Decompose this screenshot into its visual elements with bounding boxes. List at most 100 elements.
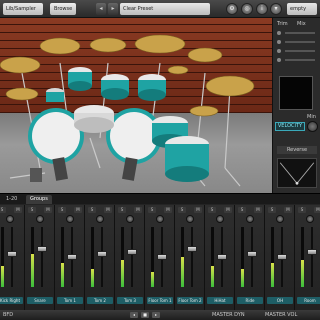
- mute-button[interactable]: M: [254, 207, 262, 213]
- level-meter: [91, 227, 94, 287]
- volume-fader[interactable]: [247, 251, 257, 257]
- solo-button[interactable]: S: [118, 207, 126, 213]
- articulation-row-3[interactable]: [277, 48, 317, 55]
- solo-button[interactable]: S: [88, 207, 96, 213]
- info-icon[interactable]: i: [256, 3, 268, 15]
- velocity-curve-graph[interactable]: [277, 158, 317, 188]
- mute-button[interactable]: M: [314, 207, 320, 213]
- transport-play-button[interactable]: ▸: [152, 312, 160, 318]
- mute-button[interactable]: M: [104, 207, 112, 213]
- velocity-min-knob[interactable]: [307, 121, 318, 132]
- volume-fader[interactable]: [157, 254, 167, 260]
- transport-stop-button[interactable]: ■: [141, 312, 149, 318]
- channel-name[interactable]: Tom 1: [57, 297, 83, 304]
- level-meter: [31, 227, 34, 287]
- level-meter-fill: [151, 272, 154, 287]
- tab-groups[interactable]: Groups: [26, 195, 52, 204]
- solo-button[interactable]: S: [0, 207, 6, 213]
- power-icon[interactable]: ◎: [241, 3, 253, 15]
- xy-pad[interactable]: [279, 76, 313, 110]
- trim-label: Trim: [277, 21, 288, 27]
- pan-knob[interactable]: [276, 215, 284, 223]
- solo-button[interactable]: S: [58, 207, 66, 213]
- pan-knob[interactable]: [96, 215, 104, 223]
- mute-button[interactable]: M: [164, 207, 172, 213]
- save-icon[interactable]: ▾: [270, 3, 282, 15]
- solo-button[interactable]: S: [178, 207, 186, 213]
- mute-button[interactable]: M: [194, 207, 202, 213]
- pan-knob[interactable]: [246, 215, 254, 223]
- pan-knob[interactable]: [126, 215, 134, 223]
- crash-cymbal-left[interactable]: [0, 56, 41, 74]
- fader-track: [41, 227, 43, 287]
- master-dyn-label[interactable]: MASTER DYN: [212, 310, 245, 320]
- volume-fader[interactable]: [127, 249, 137, 255]
- prev-preset-button[interactable]: ◂: [96, 3, 106, 15]
- level-meter: [1, 227, 4, 287]
- channel-name[interactable]: OH: [267, 297, 293, 304]
- mute-button[interactable]: M: [134, 207, 142, 213]
- settings-icon[interactable]: ⚙: [226, 3, 238, 15]
- reverse-button[interactable]: Reverse: [277, 146, 317, 154]
- pan-knob[interactable]: [66, 215, 74, 223]
- channel-name[interactable]: Tom 2: [87, 297, 113, 304]
- level-meter: [211, 227, 214, 287]
- pan-knob[interactable]: [216, 215, 224, 223]
- articulation-row-1[interactable]: [277, 30, 317, 37]
- mute-button[interactable]: M: [14, 207, 22, 213]
- volume-fader[interactable]: [277, 254, 287, 260]
- channel-strip: S M Snare: [25, 205, 55, 311]
- volume-fader[interactable]: [307, 249, 317, 255]
- pan-knob[interactable]: [306, 215, 314, 223]
- solo-button[interactable]: S: [238, 207, 246, 213]
- channel-name[interactable]: Kick Right: [0, 297, 23, 304]
- articulation-row-2[interactable]: [277, 39, 317, 46]
- solo-button[interactable]: S: [28, 207, 36, 213]
- pan-knob[interactable]: [186, 215, 194, 223]
- instrument-menu[interactable]: Lib/Sampler: [3, 3, 43, 15]
- channel-name[interactable]: Room: [297, 297, 320, 304]
- volume-fader[interactable]: [67, 254, 77, 260]
- preset-name-field[interactable]: Clear Preset: [120, 3, 210, 15]
- mute-button[interactable]: M: [284, 207, 292, 213]
- solo-button[interactable]: S: [208, 207, 216, 213]
- tab-channels[interactable]: 1-20: [2, 195, 21, 204]
- solo-button[interactable]: S: [148, 207, 156, 213]
- velocity-button[interactable]: VELOCITY: [275, 122, 305, 131]
- hihat-cymbal[interactable]: [5, 87, 39, 101]
- volume-fader[interactable]: [97, 251, 107, 257]
- ride-cymbal[interactable]: [134, 34, 186, 54]
- mixer-panel: 1-20 Groups S M Kick Right S M Snare S M Tom 1SM…: [0, 193, 320, 311]
- channel-name[interactable]: Floor Tom 1: [147, 297, 173, 304]
- pan-knob[interactable]: [6, 215, 14, 223]
- channel-name[interactable]: Tom 3: [117, 297, 143, 304]
- articulation-row-4[interactable]: [277, 57, 317, 64]
- small-splash-cymbal[interactable]: [167, 65, 189, 75]
- mute-button[interactable]: M: [224, 207, 232, 213]
- crash-cymbal-1[interactable]: [39, 37, 81, 55]
- splash-cymbal[interactable]: [89, 37, 127, 53]
- mute-button[interactable]: M: [74, 207, 82, 213]
- browse-button[interactable]: Browse: [50, 3, 77, 15]
- solo-button[interactable]: S: [298, 207, 306, 213]
- volume-fader[interactable]: [187, 246, 197, 252]
- china-cymbal[interactable]: [187, 47, 223, 63]
- brand-logo: BFD: [3, 312, 14, 318]
- next-preset-button[interactable]: ▸: [108, 3, 118, 15]
- channel-name[interactable]: Ride: [237, 297, 263, 304]
- volume-fader[interactable]: [217, 254, 227, 260]
- master-vol-label[interactable]: MASTER VOL: [265, 310, 297, 320]
- pan-knob[interactable]: [36, 215, 44, 223]
- slot-name-field[interactable]: empty: [287, 3, 317, 15]
- channel-name[interactable]: HiHat: [207, 297, 233, 304]
- bell-cymbal[interactable]: [189, 105, 219, 117]
- solo-button[interactable]: S: [268, 207, 276, 213]
- channel-name[interactable]: Floor Tom 2: [177, 297, 203, 304]
- transport-back-button[interactable]: ◂: [130, 312, 138, 318]
- mute-button[interactable]: M: [44, 207, 52, 213]
- volume-fader[interactable]: [37, 246, 47, 252]
- channel-name[interactable]: Snare: [27, 297, 53, 304]
- crash-cymbal-right[interactable]: [205, 75, 255, 97]
- pan-knob[interactable]: [156, 215, 164, 223]
- volume-fader[interactable]: [7, 251, 17, 257]
